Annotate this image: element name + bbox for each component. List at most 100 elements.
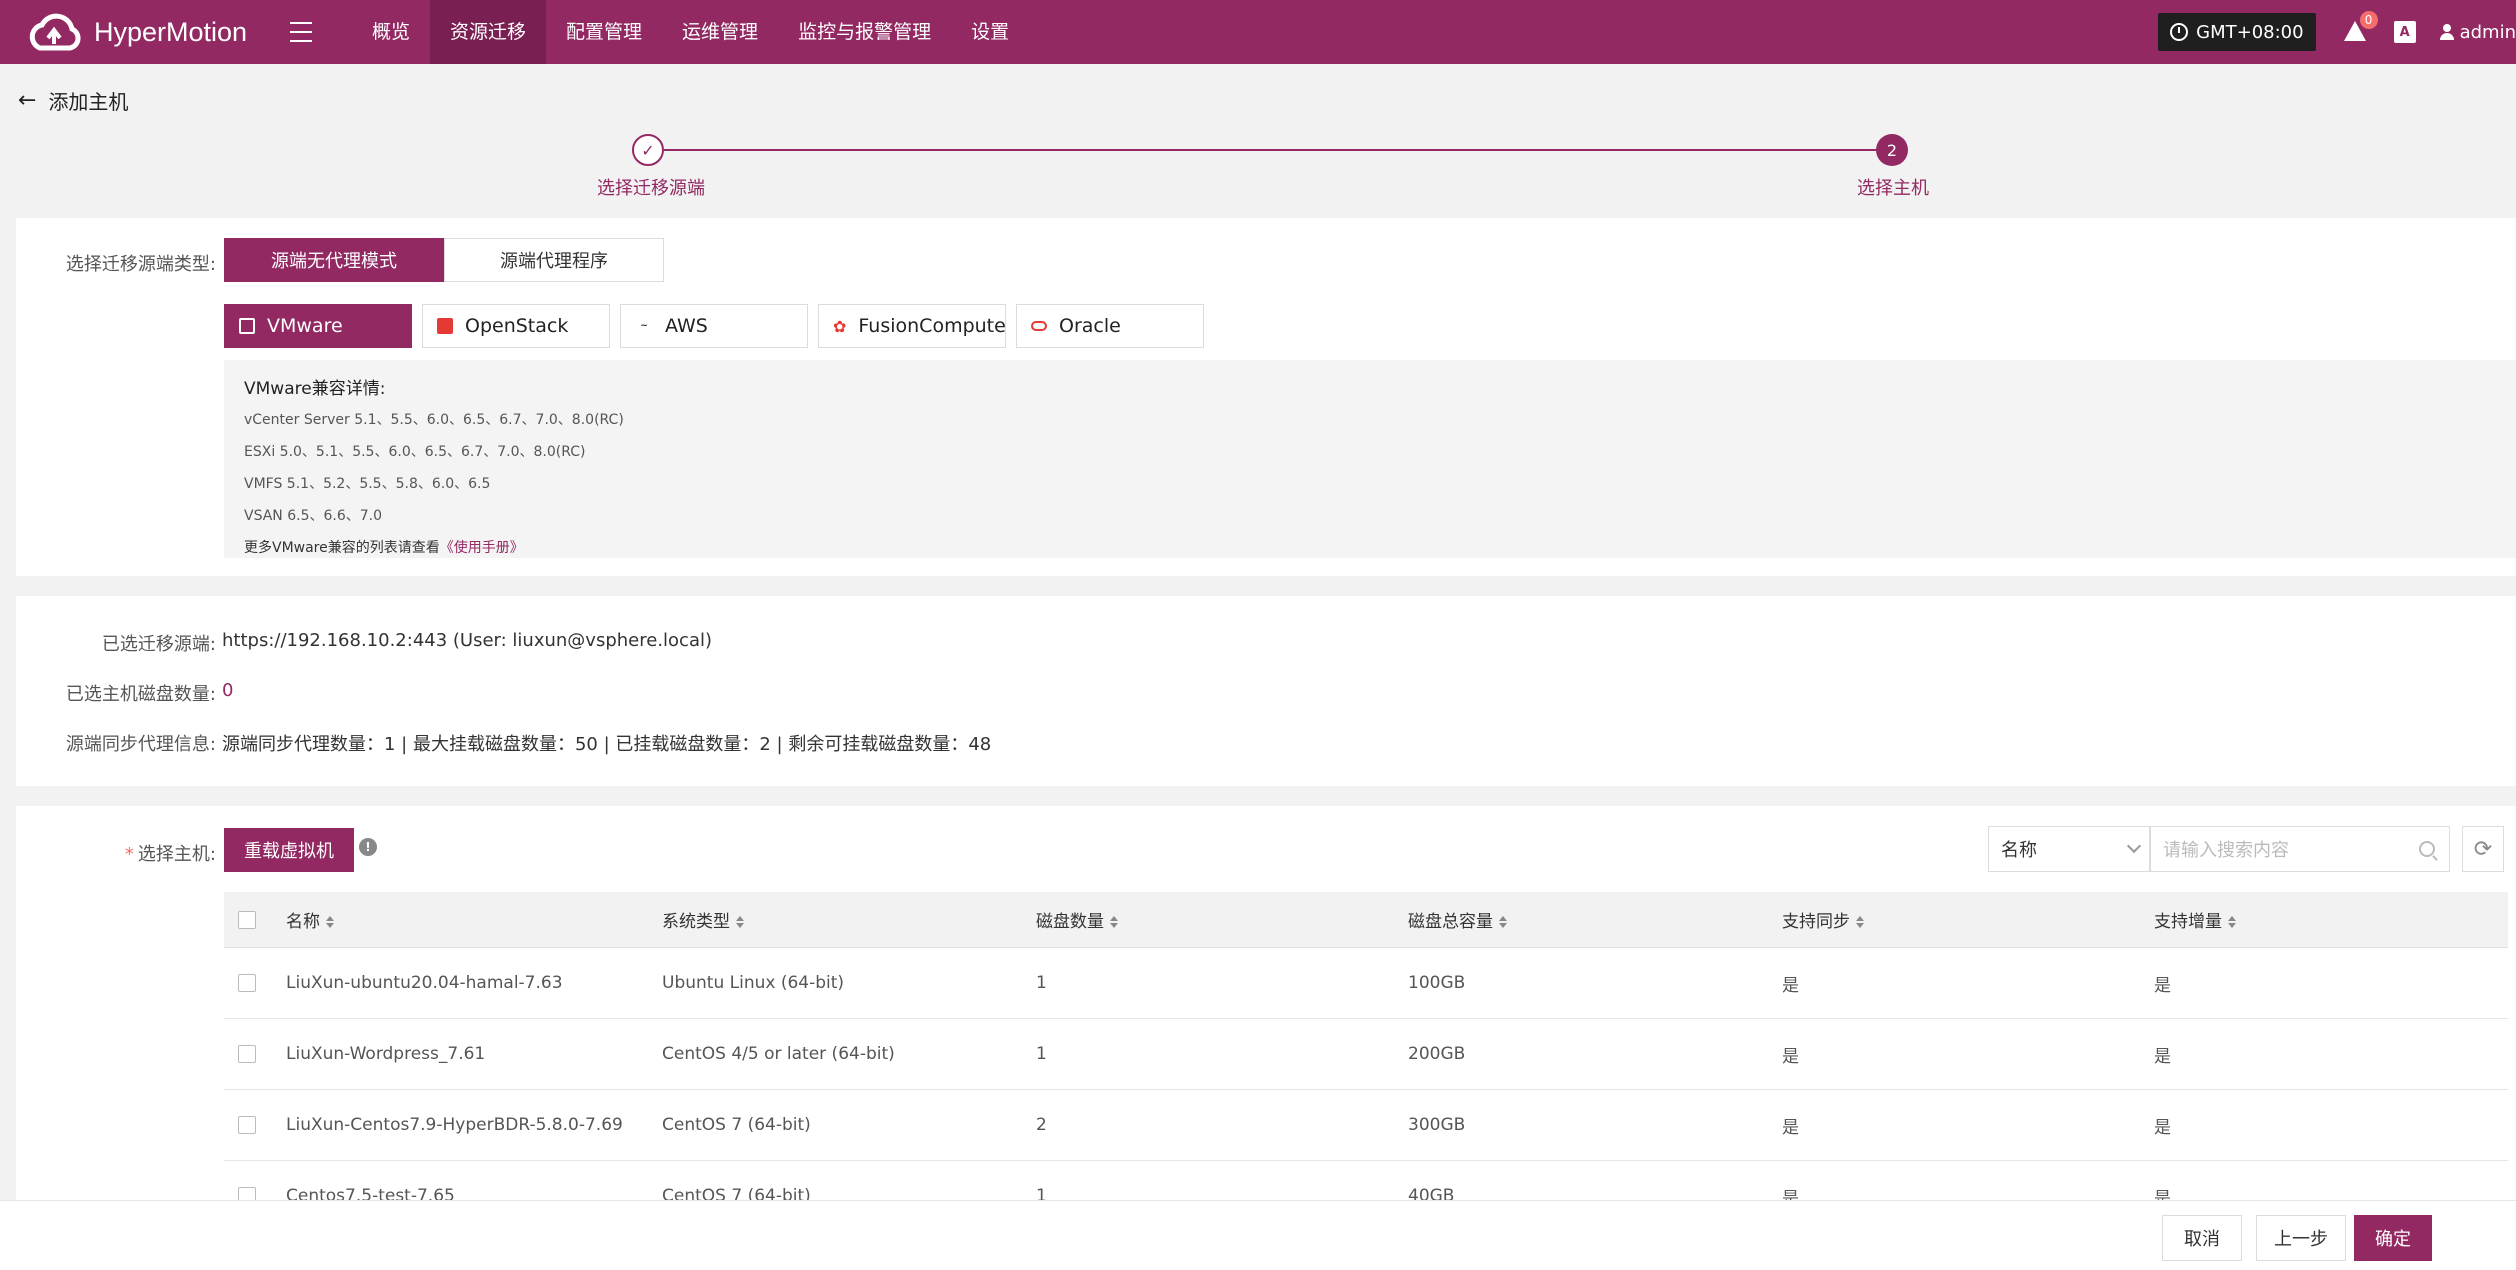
select-host-label-text: 选择主机: <box>137 844 216 865</box>
cell-name: LiuXun-Wordpress_7.61 <box>286 1044 486 1064</box>
col-incremental[interactable]: 支持增量 <box>2150 907 2490 932</box>
cell-sync: 是 <box>1782 975 1799 996</box>
sort-icon <box>326 916 334 928</box>
manual-link[interactable]: 《使用手册》 <box>440 540 524 556</box>
timezone-display[interactable]: GMT+08:00 <box>2158 13 2316 51</box>
nav-item-config[interactable]: 配置管理 <box>546 0 662 64</box>
platform-options: VMware OpenStack ~ AWS ✿ FusionCompute O… <box>224 304 1214 348</box>
table-header: 名称 系统类型 磁盘数量 磁盘总容量 支持同步 支持增量 <box>224 892 2508 948</box>
table-row[interactable]: LiuXun-Wordpress_7.61 CentOS 4/5 or late… <box>224 1019 2508 1090</box>
platform-label: VMware <box>267 315 343 337</box>
language-icon[interactable]: A <box>2393 21 2416 43</box>
platform-fusioncompute[interactable]: ✿ FusionCompute <box>818 304 1006 348</box>
compat-line-vmfs: VMFS 5.1、5.2、5.5、5.8、6.0、6.5 <box>244 476 491 492</box>
reload-vms-button[interactable]: 重载虚拟机 <box>224 828 354 872</box>
openstack-icon <box>437 318 453 334</box>
app-name: HyperMotion <box>94 16 248 47</box>
col-name[interactable]: 名称 <box>282 907 658 932</box>
help-icon[interactable]: ! <box>359 838 377 856</box>
cell-os: CentOS 7 (64-bit) <box>662 1115 811 1135</box>
compat-line-esxi: ESXi 5.0、5.1、5.5、6.0、6.5、6.7、7.0、8.0(RC) <box>244 444 586 460</box>
platform-aws[interactable]: ~ AWS <box>620 304 808 348</box>
col-disks-label: 磁盘数量 <box>1036 912 1104 932</box>
search-input[interactable]: 请输入搜索内容 <box>2150 826 2450 872</box>
source-type-card: 选择迁移源端类型: 源端无代理模式 源端代理程序 VMware OpenStac… <box>16 218 2516 576</box>
col-os[interactable]: 系统类型 <box>658 907 1032 932</box>
search-field-select[interactable]: 名称 <box>1988 826 2150 872</box>
menu-toggle-icon[interactable] <box>290 19 322 45</box>
user-menu[interactable]: admin <box>2439 21 2516 43</box>
nav-item-settings[interactable]: 设置 <box>951 0 1029 64</box>
col-disks[interactable]: 磁盘数量 <box>1032 907 1404 932</box>
user-icon <box>2439 24 2454 40</box>
step-connector <box>664 149 1882 151</box>
platform-label: FusionCompute <box>858 315 1006 337</box>
sort-icon <box>1110 916 1118 928</box>
col-capacity-label: 磁盘总容量 <box>1408 912 1493 932</box>
nav-item-ops[interactable]: 运维管理 <box>662 0 778 64</box>
compat-line-vcenter: vCenter Server 5.1、5.5、6.0、6.5、6.7、7.0、8… <box>244 412 624 428</box>
previous-step-button[interactable]: 上一步 <box>2256 1215 2346 1261</box>
cell-disks: 1 <box>1036 1044 1047 1064</box>
confirm-button[interactable]: 确定 <box>2354 1215 2432 1261</box>
sort-icon <box>1856 916 1864 928</box>
top-navbar: HyperMotion 概览 资源迁移 配置管理 运维管理 监控与报警管理 设置… <box>0 0 2516 64</box>
row-select-cell <box>224 1116 282 1134</box>
disk-count-label: 已选主机磁盘数量: <box>65 684 216 705</box>
footer-actions: 取消 上一步 确定 <box>0 1200 2516 1270</box>
refresh-button[interactable]: ⟳ <box>2462 826 2504 872</box>
app-logo[interactable]: HyperMotion <box>24 8 276 56</box>
clock-icon <box>2170 23 2189 41</box>
col-incremental-label: 支持增量 <box>2154 912 2222 932</box>
select-all-checkbox[interactable] <box>238 910 256 929</box>
cell-os: CentOS 4/5 or later (64-bit) <box>662 1044 895 1064</box>
fusioncompute-icon: ✿ <box>833 316 847 336</box>
step-2-label: 选择主机 <box>1857 178 1929 199</box>
mode-tabs: 源端无代理模式 源端代理程序 <box>224 238 664 282</box>
tab-agent[interactable]: 源端代理程序 <box>444 238 664 282</box>
cell-name: LiuXun-Centos7.9-HyperBDR-5.8.0-7.69 <box>286 1115 623 1135</box>
selected-source-label: 已选迁移源端: <box>101 634 216 655</box>
page-title: 添加主机 <box>48 90 129 114</box>
platform-label: Oracle <box>1059 315 1121 337</box>
cell-disks: 1 <box>1036 973 1047 993</box>
alert-count-badge: 0 <box>2359 11 2378 29</box>
tab-agentless[interactable]: 源端无代理模式 <box>224 238 444 282</box>
cell-name: LiuXun-ubuntu20.04-hamal-7.63 <box>286 973 563 993</box>
nav-item-overview[interactable]: 概览 <box>352 0 430 64</box>
select-host-label: * 选择主机: <box>16 840 216 866</box>
cell-capacity: 100GB <box>1408 973 1466 993</box>
platform-openstack[interactable]: OpenStack <box>422 304 610 348</box>
col-sync[interactable]: 支持同步 <box>1778 907 2150 932</box>
select-all-cell <box>224 910 282 929</box>
host-select-card: * 选择主机: 重载虚拟机 ! 名称 请输入搜索内容 ⟳ 名称 系统类型 磁盘数量… <box>16 806 2516 1206</box>
row-checkbox[interactable] <box>238 974 256 992</box>
compat-details: VMware兼容详情: vCenter Server 5.1、5.5、6.0、6… <box>224 360 2516 558</box>
sort-icon <box>2228 916 2236 928</box>
hosts-table: 名称 系统类型 磁盘数量 磁盘总容量 支持同步 支持增量 LiuXun-ubun… <box>224 892 2508 1206</box>
cell-capacity: 200GB <box>1408 1044 1466 1064</box>
alert-button[interactable]: 0 <box>2343 11 2378 43</box>
row-checkbox[interactable] <box>238 1116 256 1134</box>
platform-label: OpenStack <box>465 315 569 337</box>
nav-item-resource-migration[interactable]: 资源迁移 <box>430 0 547 64</box>
col-capacity[interactable]: 磁盘总容量 <box>1404 907 1778 932</box>
row-checkbox[interactable] <box>238 1045 256 1063</box>
back-arrow-icon[interactable]: ← <box>18 88 36 113</box>
nav-item-monitoring[interactable]: 监控与报警管理 <box>778 0 951 64</box>
table-row[interactable]: LiuXun-ubuntu20.04-hamal-7.63 Ubuntu Lin… <box>224 948 2508 1019</box>
cancel-button[interactable]: 取消 <box>2162 1215 2242 1261</box>
user-name: admin <box>2459 21 2516 43</box>
compat-title: VMware兼容详情: <box>244 379 386 399</box>
search-icon <box>2419 841 2435 857</box>
refresh-icon: ⟳ <box>2473 836 2493 862</box>
platform-oracle[interactable]: Oracle <box>1016 304 1204 348</box>
table-row[interactable]: LiuXun-Centos7.9-HyperBDR-5.8.0-7.69 Cen… <box>224 1090 2508 1161</box>
platform-label: AWS <box>665 315 708 337</box>
source-info-card: 已选迁移源端: https://192.168.10.2:443 (User: … <box>16 596 2516 786</box>
col-sync-label: 支持同步 <box>1782 912 1850 932</box>
compat-line-vsan: VSAN 6.5、6.6、7.0 <box>244 508 383 524</box>
step-1-check-icon: ✓ <box>632 134 664 166</box>
cell-os: Ubuntu Linux (64-bit) <box>662 973 845 993</box>
platform-vmware[interactable]: VMware <box>224 304 412 348</box>
